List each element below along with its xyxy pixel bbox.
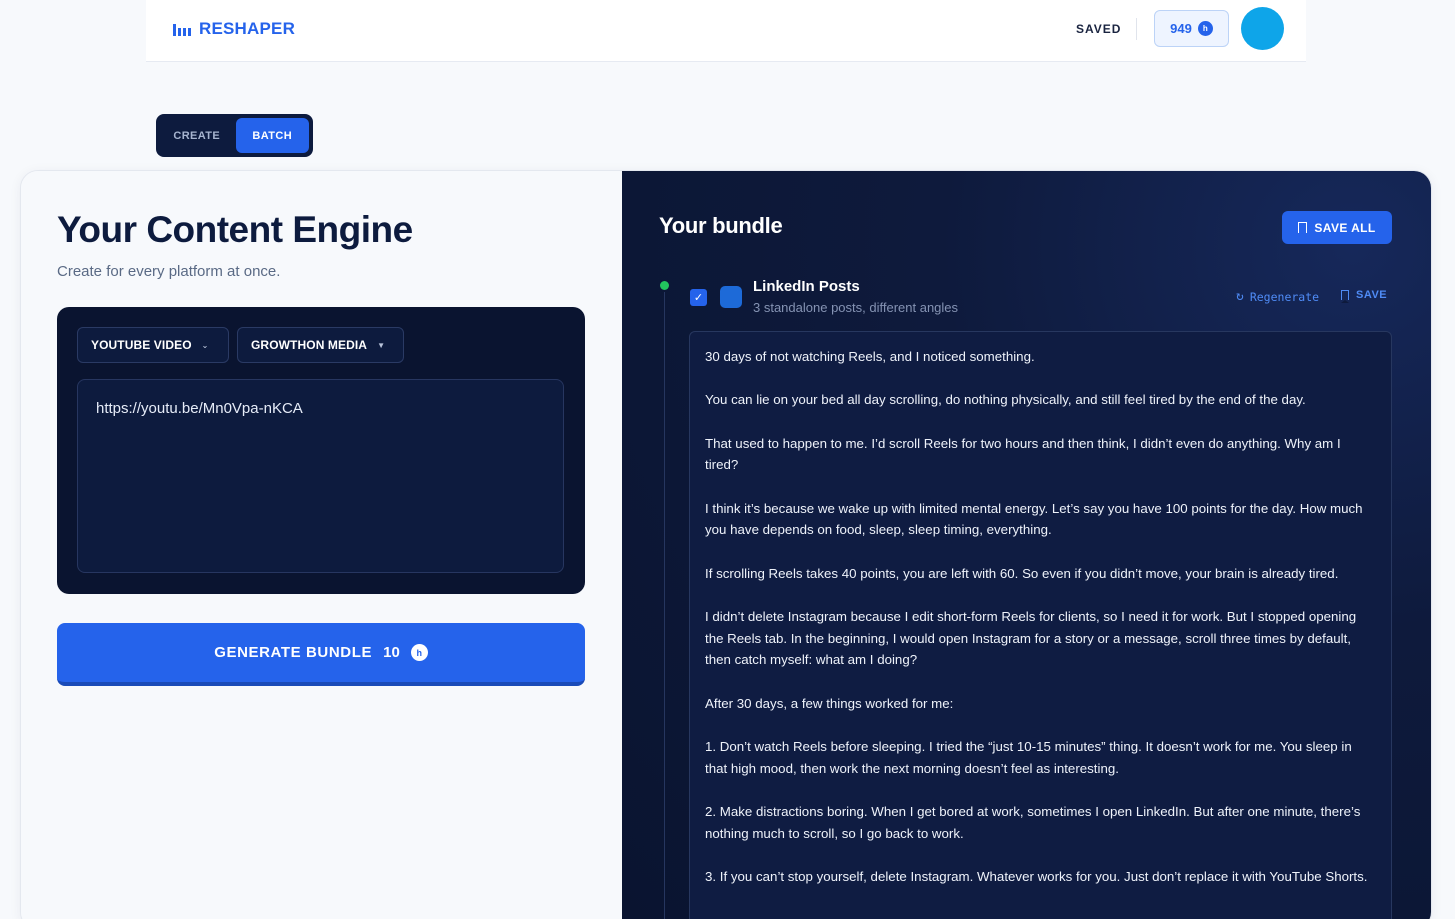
saved-status: SAVED (1076, 22, 1122, 36)
bars-icon (173, 22, 191, 36)
bundle-pane: Your bundle SAVE ALL ✓ LinkedIn Posts 3 … (622, 171, 1431, 919)
brand-profile-label: GROWTHON MEDIA (251, 338, 368, 352)
main-card: Your Content Engine Create for every pla… (20, 170, 1432, 919)
brand-profile-dropdown[interactable]: GROWTHON MEDIA ▼ (237, 327, 404, 363)
timeline-line (664, 292, 665, 919)
page-title: Your Content Engine (57, 209, 413, 250)
input-pane: Your Content Engine Create for every pla… (21, 171, 622, 919)
generate-label: GENERATE BUNDLE (214, 644, 373, 661)
source-type-label: YOUTUBE VIDEO (91, 338, 192, 352)
post-paragraph: If scrolling Reels takes 40 points, you … (705, 565, 1339, 581)
bookmark-icon (1340, 290, 1349, 303)
coin-icon: h (1197, 21, 1213, 36)
section-description: 3 standalone posts, different angles (753, 300, 959, 315)
credits-badge[interactable]: 949 h (1154, 10, 1229, 47)
brand-name: RESHAPER (199, 19, 296, 38)
mode-toggle: CREATE BATCH (156, 114, 313, 157)
tab-batch[interactable]: BATCH (235, 118, 309, 153)
section-title: LinkedIn Posts (753, 278, 860, 295)
caret-down-icon: ▼ (377, 340, 386, 350)
generate-cost: 10 (383, 644, 400, 661)
bundle-title: Your bundle (659, 213, 783, 238)
coin-icon: h (410, 644, 428, 661)
save-all-label: SAVE ALL (1314, 220, 1376, 235)
top-bar: RESHAPER SAVED 949 h (146, 0, 1306, 62)
avatar[interactable] (1241, 7, 1284, 50)
source-input-panel: YOUTUBE VIDEO ⌄ GROWTHON MEDIA ▼ https:/… (57, 307, 585, 594)
save-label: SAVE (1356, 289, 1388, 301)
post-paragraph: You can lie on your bed all day scrollin… (705, 392, 1306, 408)
post-paragraph: After 30 days, a few things worked for m… (705, 695, 954, 711)
post-content[interactable]: 30 days of not watching Reels, and I not… (689, 331, 1392, 919)
divider (1136, 18, 1137, 40)
post-paragraph: 1. Don’t watch Reels before sleeping. I … (705, 738, 1352, 776)
save-button[interactable]: SAVE (1340, 289, 1388, 303)
refresh-icon: ↻ (1236, 289, 1244, 304)
post-paragraph: That used to happen to me. I’d scroll Re… (705, 435, 1341, 473)
credits-count: 949 (1170, 21, 1192, 36)
linkedin-icon (720, 286, 742, 308)
checkmark-icon: ✓ (693, 292, 704, 304)
post-paragraph: 2. Make distractions boring. When I get … (705, 803, 1361, 841)
regenerate-label: Regenerate (1249, 289, 1320, 304)
regenerate-button[interactable]: ↻ Regenerate (1236, 289, 1319, 304)
generate-bundle-button[interactable]: GENERATE BUNDLE 10 h (57, 623, 585, 686)
chevron-down-icon: ⌄ (201, 340, 209, 350)
post-paragraph: 30 days of not watching Reels, and I not… (705, 349, 1035, 364)
status-dot (660, 281, 669, 290)
page-subtitle: Create for every platform at once. (57, 263, 281, 280)
save-all-button[interactable]: SAVE ALL (1282, 211, 1392, 244)
tab-create[interactable]: CREATE (160, 118, 234, 153)
brand-logo[interactable]: RESHAPER (173, 19, 295, 39)
bookmark-icon (1297, 222, 1308, 237)
section-checkbox[interactable]: ✓ (690, 289, 707, 306)
post-paragraph: I didn’t delete Instagram because I edit… (705, 608, 1357, 668)
url-input[interactable]: https://youtu.be/Mn0Vpa-nKCA (77, 379, 564, 573)
post-paragraph: I think it’s because we wake up with lim… (705, 500, 1363, 538)
source-type-dropdown[interactable]: YOUTUBE VIDEO ⌄ (77, 327, 229, 363)
post-paragraph: 3. If you can’t stop yourself, delete In… (705, 868, 1368, 884)
